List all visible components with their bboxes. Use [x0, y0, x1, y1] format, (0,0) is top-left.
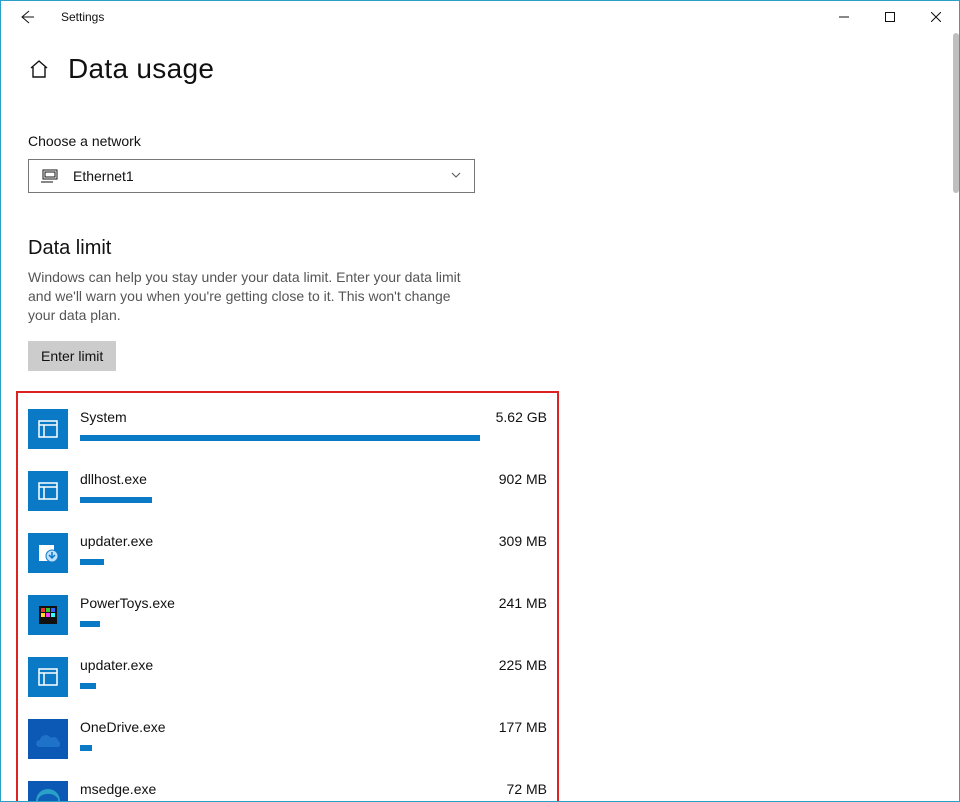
app-row: updater.exe 225 MB	[28, 657, 547, 697]
network-selected: Ethernet1	[73, 168, 134, 184]
content-area: Data usage Choose a network Ethernet1 Da…	[1, 33, 959, 801]
app-name: msedge.exe	[80, 781, 156, 797]
app-usage: 225 MB	[499, 657, 547, 673]
app-usage: 309 MB	[499, 533, 547, 549]
enter-limit-button[interactable]: Enter limit	[28, 341, 116, 371]
app-usage: 5.62 GB	[496, 409, 547, 425]
usage-bar-track	[80, 745, 480, 751]
app-name: System	[80, 409, 127, 425]
onedrive-icon	[28, 719, 68, 759]
usage-bar-track	[80, 621, 480, 627]
app-name: OneDrive.exe	[80, 719, 166, 735]
data-limit-title: Data limit	[28, 237, 959, 260]
app-row: PowerToys.exe 241 MB	[28, 595, 547, 635]
usage-bar-track	[80, 497, 480, 503]
settings-window: Settings Data usage Choose a network	[0, 0, 960, 802]
usage-bar-fill	[80, 559, 104, 565]
usage-bar-fill	[80, 435, 480, 441]
app-usage: 72 MB	[507, 781, 547, 797]
app-name: updater.exe	[80, 533, 153, 549]
page-title: Data usage	[68, 53, 214, 85]
ethernet-icon	[41, 169, 59, 183]
back-button[interactable]	[15, 5, 39, 29]
powertoys-icon	[28, 595, 68, 635]
titlebar: Settings	[1, 1, 959, 33]
app-name: dllhost.exe	[80, 471, 147, 487]
window-icon	[28, 657, 68, 697]
app-row: updater.exe 309 MB	[28, 533, 547, 573]
close-button[interactable]	[913, 1, 959, 33]
usage-bar-track	[80, 435, 480, 441]
usage-bar-fill	[80, 497, 152, 503]
usage-bar-fill	[80, 621, 100, 627]
network-select[interactable]: Ethernet1	[28, 159, 475, 193]
usage-bar-fill	[80, 745, 92, 751]
window-icon	[28, 471, 68, 511]
window-icon	[28, 409, 68, 449]
app-row: msedge.exe 72 MB	[28, 781, 547, 801]
network-label: Choose a network	[28, 133, 959, 149]
home-icon[interactable]	[28, 58, 50, 80]
data-limit-description: Windows can help you stay under your dat…	[28, 268, 475, 325]
page-header: Data usage	[28, 53, 959, 85]
app-row: OneDrive.exe 177 MB	[28, 719, 547, 759]
window-controls	[821, 1, 959, 33]
app-row: System 5.62 GB	[28, 409, 547, 449]
installer-icon	[28, 533, 68, 573]
app-usage: 177 MB	[499, 719, 547, 735]
usage-bar-track	[80, 559, 480, 565]
app-usage-list: System 5.62 GB dllhost.exe 902 MB updater.ex…	[16, 391, 559, 801]
usage-bar-track	[80, 683, 480, 689]
minimize-button[interactable]	[821, 1, 867, 33]
app-usage: 902 MB	[499, 471, 547, 487]
app-name: PowerToys.exe	[80, 595, 175, 611]
edge-icon	[28, 781, 68, 801]
chevron-down-icon	[450, 168, 462, 184]
window-title: Settings	[61, 10, 104, 24]
maximize-button[interactable]	[867, 1, 913, 33]
app-usage: 241 MB	[499, 595, 547, 611]
app-row: dllhost.exe 902 MB	[28, 471, 547, 511]
app-name: updater.exe	[80, 657, 153, 673]
usage-bar-fill	[80, 683, 96, 689]
